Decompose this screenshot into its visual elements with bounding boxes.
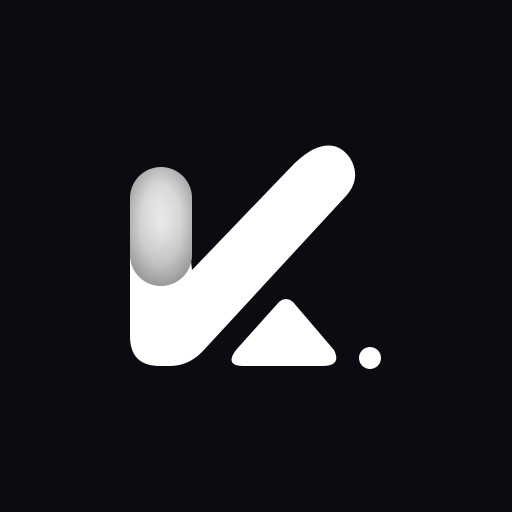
logo-mark	[130, 145, 381, 369]
k-triangle	[231, 299, 337, 366]
k-pill-shade	[130, 167, 192, 286]
k-dot	[359, 347, 381, 369]
logo-canvas	[0, 0, 512, 512]
